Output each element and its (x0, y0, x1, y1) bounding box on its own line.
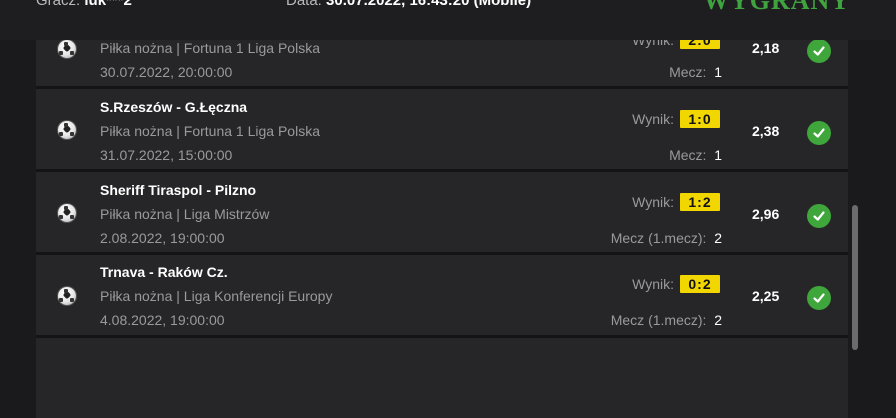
match-type: Mecz: 1 (669, 147, 722, 163)
score-badge: 0:2 (680, 275, 720, 293)
match-datetime: 31.07.2022, 15:00:00 (100, 147, 233, 163)
match-type: Mecz (1.mecz): 2 (610, 230, 722, 246)
ticket-status: WYGRANY (703, 0, 851, 15)
odds-value: 2,96 (752, 206, 780, 222)
scrollbar[interactable] (852, 205, 858, 350)
match-title: Trnava - Raków Cz. (100, 264, 228, 280)
league-name: Piłka nożna | Liga Konferencji Europy (100, 288, 333, 304)
league-name: Piłka nożna | Liga Mistrzów (100, 206, 270, 222)
check-circle-icon (807, 121, 831, 145)
soccer-ball-icon (58, 287, 76, 305)
check-circle-icon (807, 39, 831, 63)
match-type: Mecz: 1 (669, 64, 722, 80)
score-badge: 1:2 (680, 193, 720, 211)
ticket-header: Gracz: luk***2 Data: 30.07.2022, 16:43:2… (0, 0, 896, 40)
ticket-date: Data: 30.07.2022, 16:43:20 (Mobile) (286, 0, 532, 9)
match-datetime: 30.07.2022, 20:00:00 (100, 64, 233, 80)
league-name: Piłka nożna | Fortuna 1 Liga Polska (100, 40, 320, 56)
bet-list: Piłka nożna | Fortuna 1 Liga Polska 30.0… (36, 0, 848, 418)
match-datetime: 2.08.2022, 19:00:00 (100, 230, 225, 246)
result-label: Wynik: (632, 194, 674, 210)
result-label: Wynik: (632, 111, 674, 127)
match-datetime: 4.08.2022, 19:00:00 (100, 312, 225, 328)
bet-row[interactable]: Sheriff Tiraspol - Pilzno Piłka nożna | … (36, 172, 848, 252)
soccer-ball-icon (58, 40, 76, 58)
odds-value: 2,38 (752, 123, 780, 139)
soccer-ball-icon (58, 121, 76, 139)
bet-row[interactable]: Trnava - Raków Cz. Piłka nożna | Liga Ko… (36, 255, 848, 335)
match-title: Sheriff Tiraspol - Pilzno (100, 182, 257, 198)
check-circle-icon (807, 286, 831, 310)
odds-value: 2,18 (752, 40, 780, 56)
bet-row[interactable] (36, 338, 848, 418)
check-circle-icon (807, 204, 831, 228)
soccer-ball-icon (58, 204, 76, 222)
match-type: Mecz (1.mecz): 2 (610, 312, 722, 328)
odds-value: 2,25 (752, 288, 780, 304)
league-name: Piłka nożna | Fortuna 1 Liga Polska (100, 123, 320, 139)
bet-row[interactable]: S.Rzeszów - G.Łęczna Piłka nożna | Fortu… (36, 89, 848, 169)
player-info: Gracz: luk***2 (36, 0, 132, 9)
match-title: S.Rzeszów - G.Łęczna (100, 99, 248, 115)
result-label: Wynik: (632, 276, 674, 292)
score-badge: 1:0 (680, 110, 720, 128)
